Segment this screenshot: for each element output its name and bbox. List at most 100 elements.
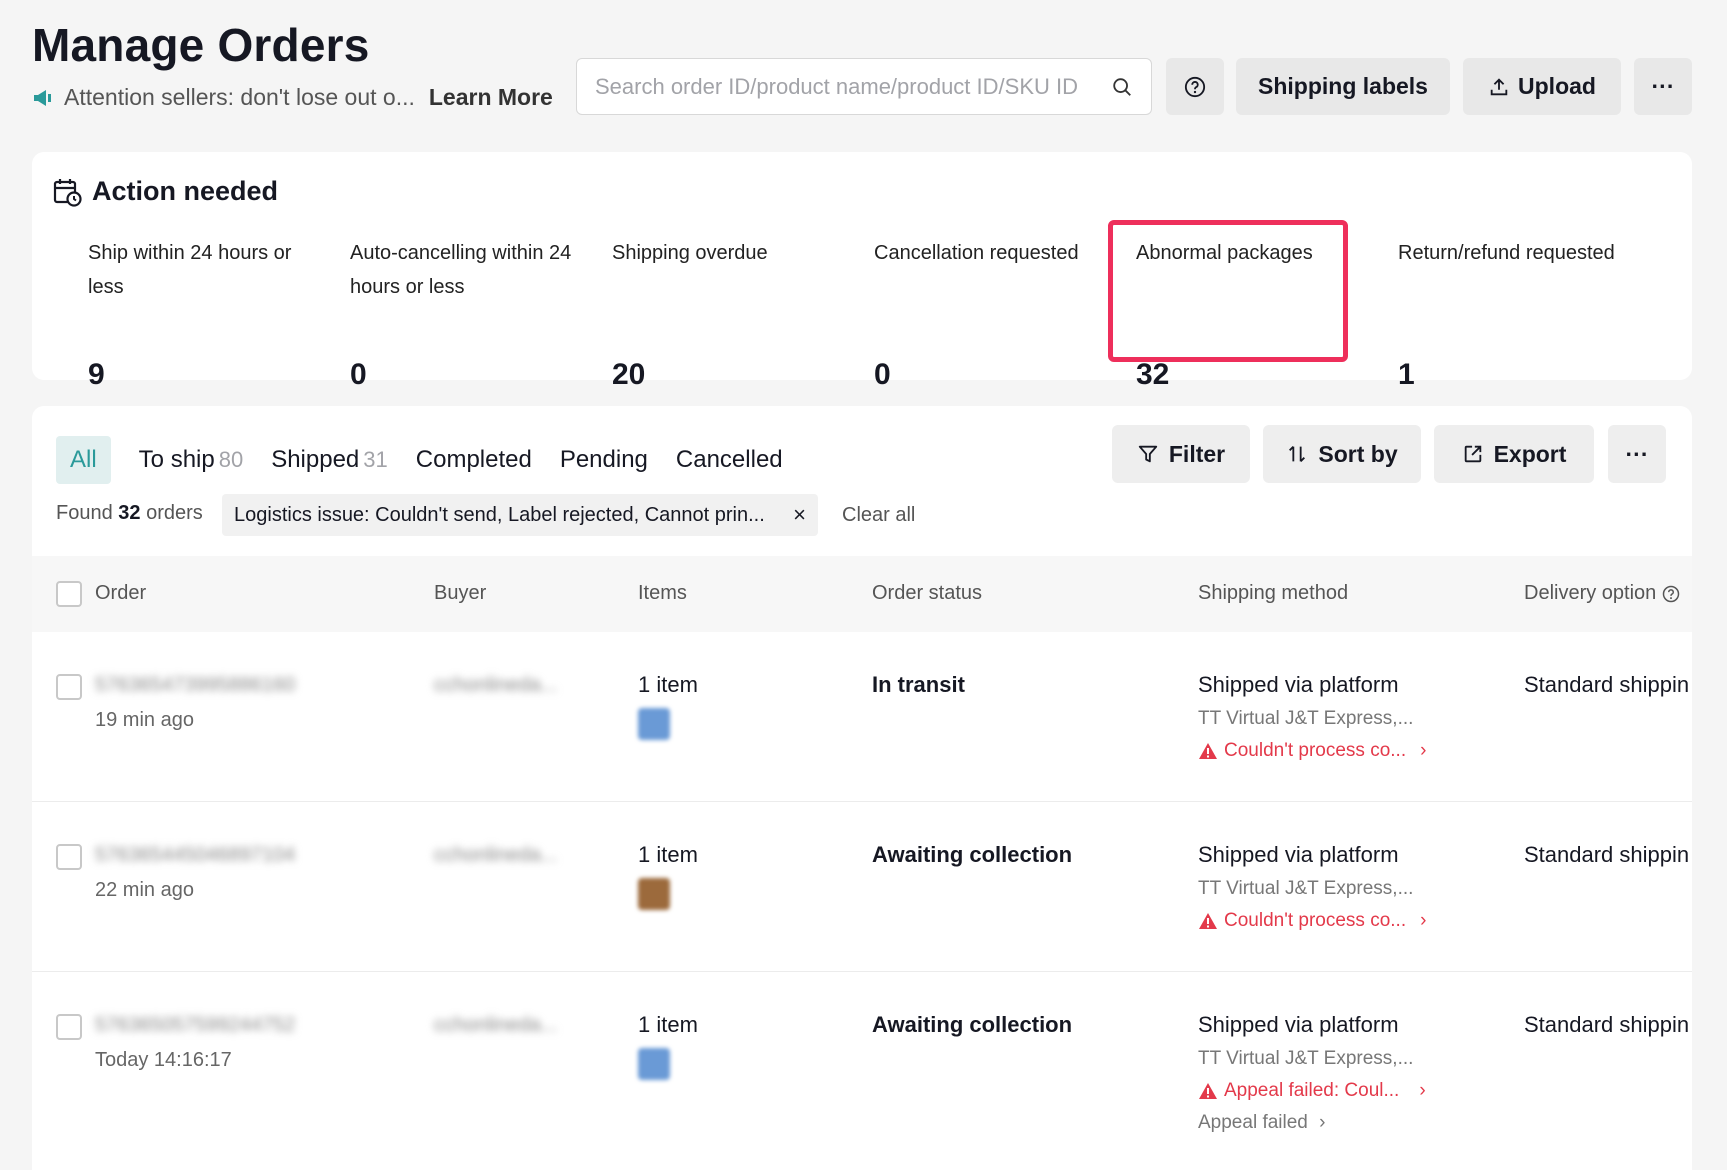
delivery-option: Standard shippin (1524, 672, 1690, 697)
select-all-checkbox[interactable] (56, 581, 82, 607)
items-count[interactable]: 1 item (638, 672, 698, 698)
shipping-labels-button[interactable]: Shipping labels (1236, 58, 1450, 115)
metric-auto-cancelling[interactable]: Auto-cancelling within 24 hours or less … (350, 236, 590, 391)
learn-more-link[interactable]: Learn More (429, 84, 553, 111)
metric-label: Shipping overdue (612, 242, 768, 264)
tab-pending[interactable]: Pending (560, 446, 648, 474)
search-input[interactable]: Search order ID/product name/product ID/… (576, 58, 1152, 115)
notice-text: Attention sellers: don't lose out o... (64, 84, 415, 110)
buyer-name[interactable]: cchonlineda... (434, 1014, 557, 1037)
orders-more-button[interactable]: ··· (1608, 425, 1666, 483)
order-id[interactable]: 576365445046897104 (95, 844, 295, 867)
tab-shipped[interactable]: Shipped 31 (271, 446, 388, 474)
row-checkbox[interactable] (56, 674, 82, 700)
upload-button[interactable]: Upload (1463, 58, 1621, 115)
tab-completed[interactable]: Completed (416, 446, 532, 474)
column-order: Order (95, 582, 147, 604)
order-time: 19 min ago (95, 709, 194, 731)
found-suffix: orders (146, 502, 203, 524)
shipping-labels-label: Shipping labels (1258, 73, 1428, 99)
table-row[interactable]: 576365473995886160 19 min ago cchonlined… (32, 632, 1692, 802)
appeal-failed-text: Appeal failed (1198, 1112, 1308, 1133)
export-label: Export (1493, 440, 1567, 467)
upload-label: Upload (1518, 73, 1596, 99)
product-thumbnail[interactable] (638, 1048, 670, 1080)
table-row[interactable]: 576365445046897104 22 min ago cchonlined… (32, 802, 1692, 972)
metric-return-refund[interactable]: Return/refund requested 1 (1398, 236, 1638, 391)
chip-text: Logistics issue: Couldn't send, Label re… (234, 503, 765, 526)
sort-by-label: Sort by (1318, 440, 1398, 467)
carrier-name: TT Virtual J&T Express,... (1198, 878, 1414, 899)
items-count[interactable]: 1 item (638, 1012, 698, 1038)
tab-count: 31 (363, 447, 388, 472)
more-dots-icon: ··· (1625, 440, 1649, 467)
metric-value: 0 (350, 358, 367, 391)
product-thumbnail[interactable] (638, 708, 670, 740)
megaphone-icon (34, 89, 51, 106)
found-prefix: Found (56, 502, 113, 524)
row-checkbox[interactable] (56, 844, 82, 870)
table-row[interactable]: 576365057599244752 Today 14:16:17 cchonl… (32, 972, 1692, 1170)
buyer-name[interactable]: cchonlineda... (434, 674, 557, 697)
clear-all-link[interactable]: Clear all (842, 504, 915, 527)
close-icon[interactable]: × (793, 502, 806, 528)
help-button[interactable] (1166, 58, 1224, 115)
more-dots-icon: ··· (1651, 73, 1675, 99)
tab-count: 80 (218, 447, 244, 472)
header-more-button[interactable]: ··· (1634, 58, 1692, 115)
metric-label: Auto-cancelling within 24 hours or less (350, 242, 572, 298)
order-id[interactable]: 576365057599244752 (95, 1014, 295, 1037)
export-button[interactable]: Export (1434, 425, 1594, 483)
metric-shipping-overdue[interactable]: Shipping overdue 20 (612, 236, 852, 391)
metric-ship-within-24h[interactable]: Ship within 24 hours or less 9 (88, 236, 328, 391)
logistics-warning-link[interactable]: Couldn't process co... › (1198, 740, 1426, 762)
tab-to-ship[interactable]: To ship 80 (139, 446, 244, 474)
metric-value: 1 (1398, 358, 1415, 391)
row-checkbox[interactable] (56, 1014, 82, 1040)
tab-label: Shipped (271, 446, 360, 473)
found-count-text: Found 32 orders (56, 502, 203, 525)
filter-button[interactable]: Filter (1112, 425, 1250, 483)
items-count[interactable]: 1 item (638, 842, 698, 868)
logistics-warning-link[interactable]: Couldn't process co... › (1198, 910, 1426, 932)
metric-cancellation-requested[interactable]: Cancellation requested 0 (874, 236, 1114, 391)
search-icon[interactable] (1111, 76, 1133, 98)
tab-label: Completed (415, 446, 532, 473)
logistics-warning-link[interactable]: Appeal failed: Coul... › (1198, 1080, 1426, 1102)
filter-icon (1138, 445, 1158, 463)
warning-icon (1199, 743, 1217, 759)
tab-label: Pending (559, 446, 648, 473)
order-status: In transit (872, 672, 965, 697)
appeal-failed-link[interactable]: Appeal failed › (1198, 1112, 1426, 1134)
product-thumbnail[interactable] (638, 878, 670, 910)
filter-chip-logistics[interactable]: Logistics issue: Couldn't send, Label re… (222, 494, 818, 536)
warning-icon (1199, 913, 1217, 929)
chevron-right-icon: › (1319, 1112, 1326, 1133)
action-needed-title: Action needed (52, 176, 278, 207)
sort-by-button[interactable]: Sort by (1263, 425, 1421, 483)
metric-value: 32 (1136, 358, 1170, 391)
order-status: Awaiting collection (872, 1012, 1073, 1037)
tab-cancelled[interactable]: Cancelled (676, 446, 783, 474)
action-needed-card: Action needed Ship within 24 hours or le… (32, 152, 1692, 391)
delivery-option: Standard shippin (1524, 1012, 1690, 1037)
delivery-option: Standard shippin (1524, 842, 1690, 867)
upload-icon (1490, 77, 1508, 95)
order-status: Awaiting collection (872, 842, 1073, 867)
highlight-box (1108, 220, 1348, 362)
shipping-method: Shipped via platform (1198, 842, 1399, 867)
buyer-name[interactable]: cchonlineda... (434, 844, 557, 867)
tab-all[interactable]: All (56, 436, 111, 484)
order-time: Today 14:16:17 (95, 1049, 232, 1071)
filter-label: Filter (1168, 440, 1226, 467)
tab-label: To ship (138, 446, 215, 473)
chevron-right-icon: › (1419, 1080, 1426, 1101)
info-icon[interactable] (1662, 585, 1680, 603)
metric-label: Return/refund requested (1398, 242, 1615, 264)
seller-notice: Attention sellers: don't lose out o... L… (32, 84, 553, 111)
search-placeholder: Search order ID/product name/product ID/… (595, 73, 1078, 99)
column-items: Items (638, 582, 687, 604)
table-header: Order Buyer Items Order status Shipping … (32, 556, 1692, 632)
carrier-name: TT Virtual J&T Express,... (1198, 708, 1414, 729)
order-id[interactable]: 576365473995886160 (95, 674, 295, 697)
